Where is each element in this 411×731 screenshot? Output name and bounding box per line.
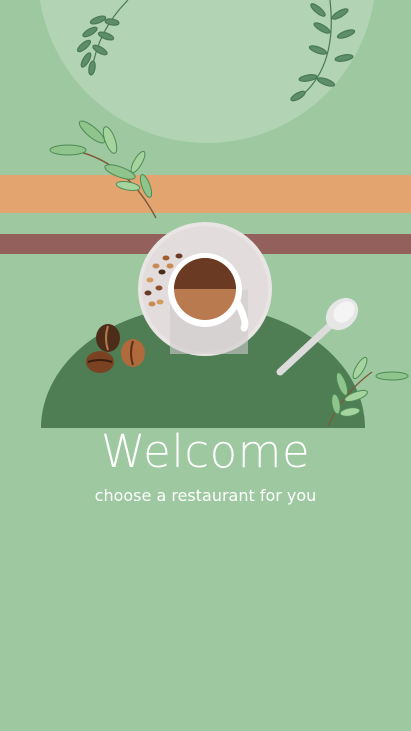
leaf-branch-icon [49, 120, 157, 219]
spoon-icon [276, 297, 359, 376]
leaf-branch-icon [76, 0, 129, 76]
welcome-title: Welcome [100, 425, 311, 478]
leaf-branch-icon [290, 0, 356, 102]
welcome-subtitle: choose a restaurant for you [94, 486, 317, 505]
coffee-bean-icon [86, 324, 145, 373]
leaf-branch-icon [327, 356, 409, 427]
coffee-illustration [49, 0, 409, 427]
